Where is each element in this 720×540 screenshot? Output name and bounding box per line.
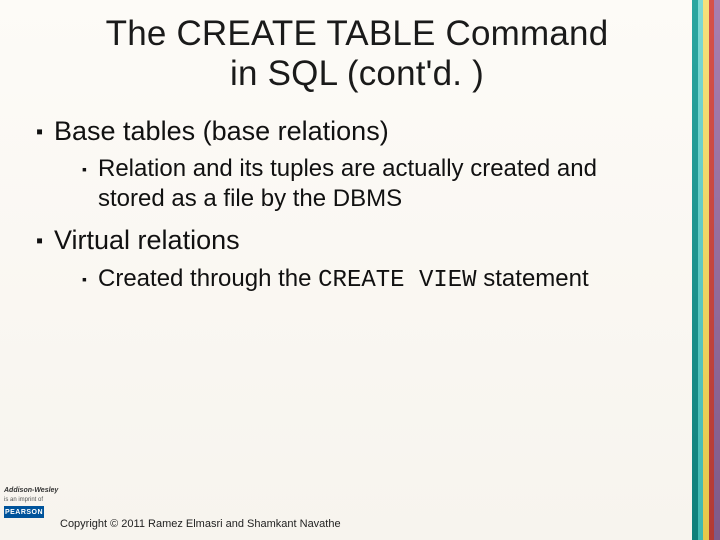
text-fragment: statement	[477, 265, 589, 292]
slide: The CREATE TABLE Command in SQL (cont'd.…	[0, 0, 720, 540]
bullet-text: Relation and its tuples are actually cre…	[98, 154, 684, 214]
bullet-text: Created through the CREATE VIEW statemen…	[98, 264, 609, 296]
title-line-1: The CREATE TABLE Command	[106, 14, 609, 53]
publisher-logo: Addison-Wesley is an imprint of PEARSON	[4, 487, 62, 518]
square-bullet-icon: ▪	[36, 115, 54, 149]
code-fragment: CREATE VIEW	[318, 267, 476, 294]
title-line-2: in SQL (cont'd. )	[230, 54, 484, 93]
square-bullet-icon: ▪	[82, 154, 98, 214]
slide-body: ▪ Base tables (base relations) ▪ Relatio…	[0, 103, 720, 297]
stripe	[714, 0, 720, 540]
bullet-text: Virtual relations	[54, 224, 240, 258]
square-bullet-icon: ▪	[82, 264, 98, 296]
bullet-level1: ▪ Virtual relations	[36, 224, 684, 258]
imprint-tagline: is an imprint of	[4, 497, 62, 503]
bullet-level1: ▪ Base tables (base relations)	[36, 115, 684, 149]
pearson-logo: PEARSON	[4, 506, 44, 518]
bullet-level2: ▪ Relation and its tuples are actually c…	[82, 154, 684, 214]
square-bullet-icon: ▪	[36, 224, 54, 258]
bullet-text: Base tables (base relations)	[54, 115, 389, 149]
text-fragment: Created through the	[98, 265, 318, 292]
bullet-level2: ▪ Created through the CREATE VIEW statem…	[82, 264, 684, 296]
slide-footer: Addison-Wesley is an imprint of PEARSON …	[0, 500, 720, 534]
copyright-text: Copyright © 2011 Ramez Elmasri and Shamk…	[60, 518, 341, 530]
imprint-name: Addison-Wesley	[4, 487, 62, 494]
slide-title: The CREATE TABLE Command in SQL (cont'd.…	[0, 0, 720, 103]
decorative-stripe	[692, 0, 720, 540]
